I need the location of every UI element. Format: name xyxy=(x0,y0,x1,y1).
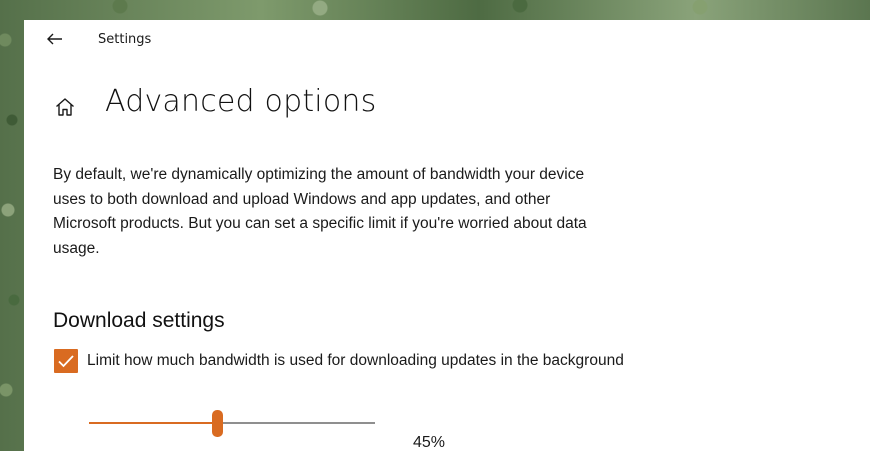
app-title: Settings xyxy=(98,32,152,47)
slider-value-label: 45% xyxy=(413,434,446,451)
home-icon xyxy=(53,95,77,119)
limit-bandwidth-label[interactable]: Limit how much bandwidth is used for dow… xyxy=(87,349,647,374)
limit-bandwidth-checkbox[interactable] xyxy=(54,349,78,373)
bandwidth-description: By default, we're dynamically optimizing… xyxy=(53,166,587,257)
checkmark-icon xyxy=(58,355,74,368)
title-bar: Settings xyxy=(24,20,870,60)
page-title: Advanced options xyxy=(105,84,377,119)
slider-thumb[interactable] xyxy=(212,410,224,437)
download-settings-heading: Download settings xyxy=(53,309,225,332)
settings-window: Settings Advanced options By default, we… xyxy=(24,20,870,451)
bandwidth-slider[interactable] xyxy=(89,406,375,442)
back-arrow-icon[interactable] xyxy=(44,28,66,50)
slider-fill xyxy=(89,422,218,424)
